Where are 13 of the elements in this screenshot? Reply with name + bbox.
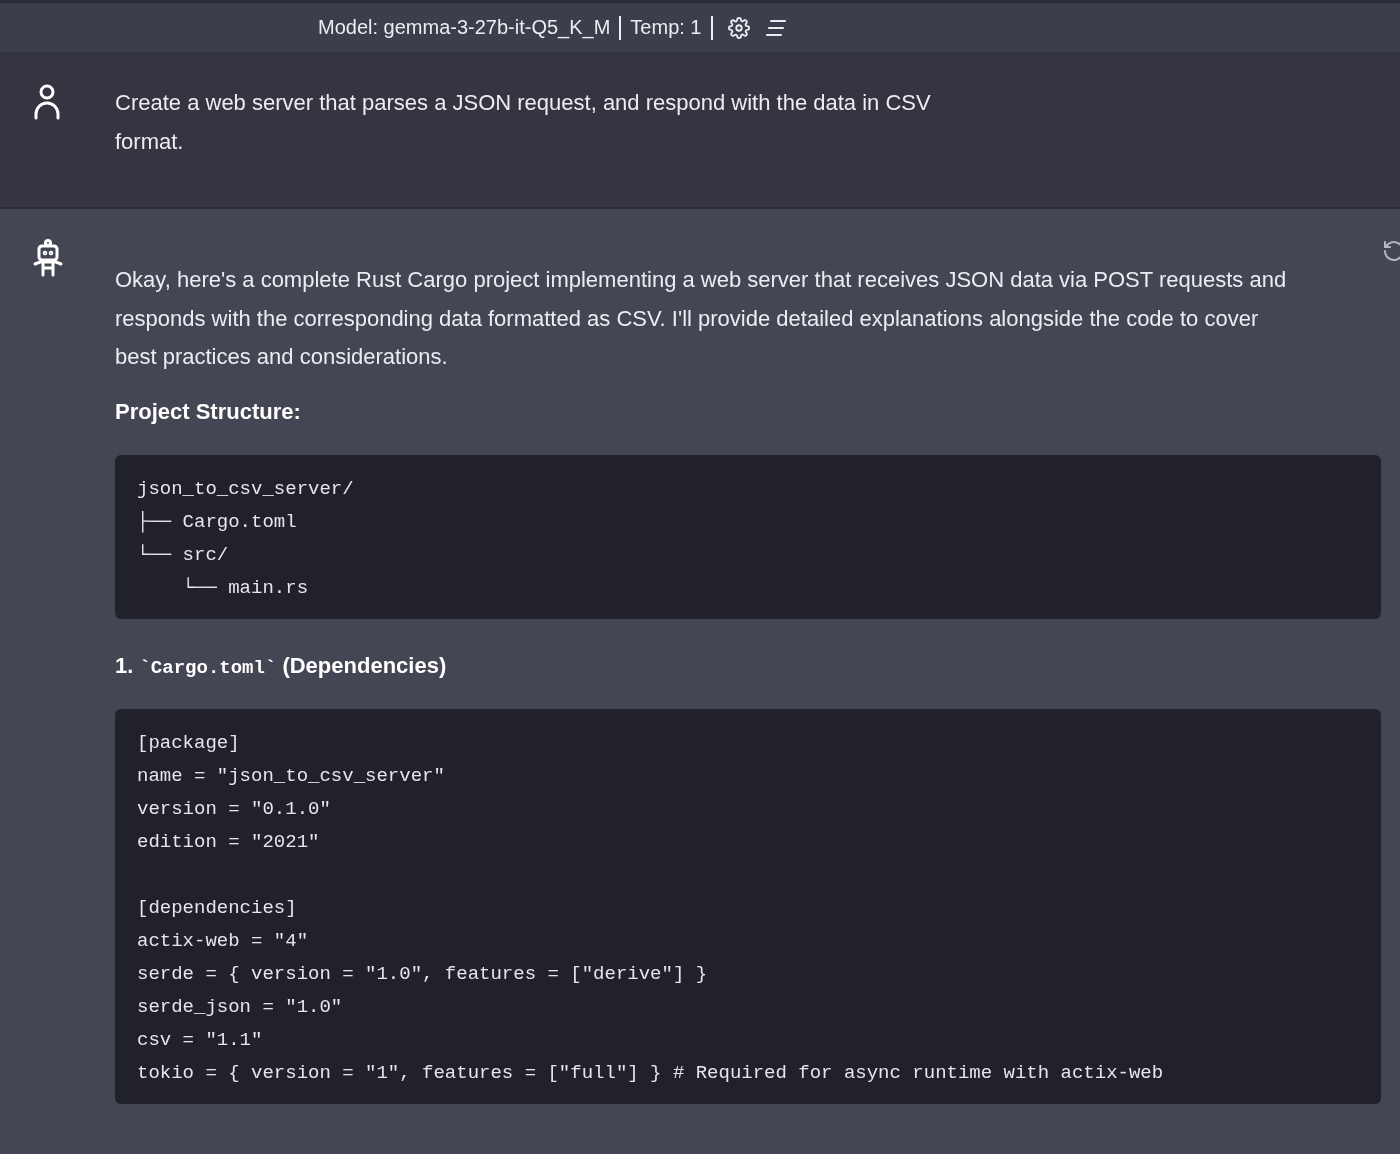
code-block: json_to_csv_server/ ├── Cargo.toml └── src/ └── main.rs [115,454,1381,619]
settings-icon[interactable] [727,16,750,39]
message-text: Okay, here's a complete Rust Cargo project implementing a web server that receives JSON data via POST requests and responds with the corresponding data formatted as CSV. I'll provide detailed explanations alongside the code to cover best practices and considerations. [115,266,1288,371]
robot-icon [33,239,63,277]
refresh-icon[interactable] [1382,239,1400,263]
temperature-label: Temp: 1 [630,16,702,39]
menu-icon[interactable] [764,17,787,38]
message-text: Create a web server that parses a JSON request, and respond with the data in CSV format. [115,89,932,156]
section-heading: Project Structure: [115,398,302,425]
section-heading: 1. `Cargo.toml` (Dependencies) [115,652,448,679]
model-label: Model: gemma-3-27b-it-Q5_K_M [318,16,611,39]
user-icon [33,84,61,120]
code-block: [package] name = "json_to_csv_server" version = "0.1.0" edition = "2021" [dependencies] actix-web = "4" serde = { version = "1.0", features = ["derive"] } serde_json = "1.0" csv = "1.1" tokio = { version = "1", features = ["full"] } # Required for async runtime with actix-web [115,708,1381,1104]
